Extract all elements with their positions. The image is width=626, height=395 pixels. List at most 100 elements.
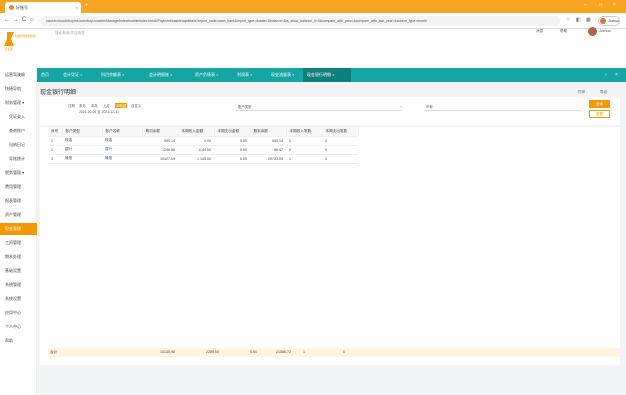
sidebar-item-basic-settings[interactable]: 基础设置 [0,265,37,277]
reset-button[interactable]: 重置 [589,110,610,118]
sidebar-item-system-mgmt[interactable]: 系统管理 [0,279,37,291]
logo-mark-icon [4,32,14,46]
col-account-type[interactable]: 账户类型 [62,127,103,137]
detail-table-panel: 序号 账户类型 账户名称 期初余额 本期收入金额 本期支出金额 期末余额 本期收… [40,127,620,365]
query-button[interactable]: 查询 [589,100,610,108]
cell: 0 [286,136,322,146]
cell: 950.14 [250,136,286,146]
print-button[interactable]: 打印 [578,90,585,95]
sidebar-item-help[interactable]: 帮助 [0,335,37,347]
table-total-row: 合计 10130.98 2289.00 0.00 21586.72 1 0 [48,348,620,357]
app-logo[interactable]: 好账号财务软件 专业版 [4,32,36,51]
forward-icon[interactable]: → [13,17,19,23]
maximize-icon[interactable]: □ [599,2,602,8]
tab-cash-bank-detail[interactable]: 现金银行明细 × [303,68,351,82]
col-opening-balance[interactable]: 期初余额 [142,127,179,137]
sidebar-item-personal[interactable]: 个人中心 [0,321,37,333]
col-expense-count[interactable]: 本期支出笔数 [322,127,359,137]
date-range[interactable]: 2021-10-01 至 2021-12-31 [79,109,119,114]
home-icon[interactable]: ⌂ [30,17,34,23]
total-opening: 10130.98 [160,350,175,354]
user-avatar[interactable] [588,27,597,36]
sidebar-item-system-settings[interactable]: 系统设置 [0,293,37,305]
date-option-last-month[interactable]: 上月 [103,103,110,108]
cell: 微信 [62,154,102,164]
browser-tab[interactable]: 好账号 × [5,2,81,13]
col-closing-balance[interactable]: 期末余额 [250,127,287,137]
tab-voucher[interactable]: 会计凭证 × [59,68,97,82]
sidebar-item-finance[interactable]: 财务管理 ▾ [0,97,37,109]
profile-button[interactable]: Joshua [598,16,620,26]
sidebar-item-apps[interactable]: 应用中心 [0,307,37,319]
cell: 1 145.00 [178,154,214,164]
sidebar-item-expense[interactable]: 费用管理 [0,181,37,193]
back-icon[interactable]: ← [4,17,10,23]
window-close-icon[interactable]: × [613,2,616,8]
col-income-count[interactable]: 本期收入笔数 [286,127,323,137]
cell: -96.47 [250,145,286,155]
reload-icon[interactable]: C [22,17,26,23]
new-tab-icon[interactable]: + [85,3,89,9]
sidebar-item-cash[interactable]: 现金管理 [0,223,37,235]
global-search-input[interactable]: 搜索/账套/凭证/报表 [55,30,85,35]
sidebar-item-payroll[interactable]: 工资管理 [0,237,37,249]
date-option-quarter[interactable]: 本季度 [115,103,128,108]
tab-balance[interactable]: 科目余额表 × [97,68,145,82]
sidebar-item-reports[interactable]: 报表管理 [0,195,37,207]
bookmark-icon[interactable]: ☆ [566,17,570,23]
cell: 1 [286,154,322,164]
currency-underline [424,110,582,111]
filter-panel [40,97,620,125]
sidebar-item-cashier[interactable]: 出纳日记 [0,139,37,151]
date-option-custom[interactable]: 自定义 [131,103,141,108]
tab-profit[interactable]: 利润表 × [233,68,267,82]
cell: 银行 [62,145,102,155]
date-filter-label: 日期 [68,104,75,108]
account-type-select[interactable]: 账户类型 [238,104,252,109]
currency-select[interactable]: 币种 [426,104,433,109]
date-option-year[interactable]: 本年 [91,103,98,108]
cell: 0 [322,136,358,146]
sidebar-item-tax[interactable]: 税务管理 ▾ [0,167,37,179]
account-link[interactable]: 建行 [102,145,142,155]
tab-close-all-icon[interactable]: × [615,72,618,78]
sidebar-item-quick-nav[interactable]: 快捷导航 [0,83,37,95]
profile-name: Joshua [608,19,619,23]
col-account-name[interactable]: 账户名称 [102,127,143,137]
col-expense[interactable]: 本期支出金额 [214,127,251,137]
sidebar-item-period-end[interactable]: 期末处理 [0,251,37,263]
minimize-icon[interactable]: – [584,2,587,8]
cell: 现金 [62,136,102,146]
cell: 现金 [102,136,142,146]
extension-icon[interactable]: ◧ [576,17,581,23]
total-label: 合计 [50,350,58,354]
tab-balance-sheet[interactable]: 资产负债表 × [191,68,233,82]
export-button[interactable]: 导出 [600,90,607,95]
cell: 0.00 [214,136,250,146]
sidebar-item-stats[interactable]: 导账统计 [0,153,37,165]
date-option-month[interactable]: 本月 [79,103,86,108]
col-index[interactable]: 序号 [48,127,63,137]
sidebar-item-voucher[interactable]: 凭证录入 [0,111,37,123]
tab-scroll-right-icon[interactable]: › [605,72,607,78]
chevron-down-icon[interactable]: ⌄ [399,103,402,108]
tab-cashflow[interactable]: 现金流量表 × [267,68,303,82]
detail-table: 序号 账户类型 账户名称 期初余额 本期收入金额 本期支出金额 期末余额 本期收… [48,127,359,164]
col-income[interactable]: 本期收入金额 [178,127,215,137]
sidebar-item-accounts[interactable]: 查询账户 [0,125,37,137]
cell: 0.00 [178,136,214,146]
message-button[interactable]: 消息 [536,29,543,34]
sidebar-item-dashboard[interactable]: 运营驾驶舱 [0,69,37,81]
cell: 10427.09 [142,154,178,164]
user-name[interactable]: Joshua [599,29,611,33]
sidebar-item-assets[interactable]: 资产管理 [0,209,37,221]
close-tab-icon[interactable]: × [76,5,78,10]
tab-home[interactable]: 首页 [37,68,59,82]
help-button[interactable]: 帮助 [560,29,567,34]
tab-ledger[interactable]: 会计明细账 × [145,68,191,82]
cell: 1144.00 [178,145,214,155]
cell: 0 [322,145,358,155]
puzzle-icon[interactable]: ▦ [586,17,591,23]
url-input[interactable]: cwuser.cloud.bhcpms.com/buy/voucher/Mana… [40,16,560,26]
browser-tab-strip: 好账号 × + – □ × [0,0,626,13]
